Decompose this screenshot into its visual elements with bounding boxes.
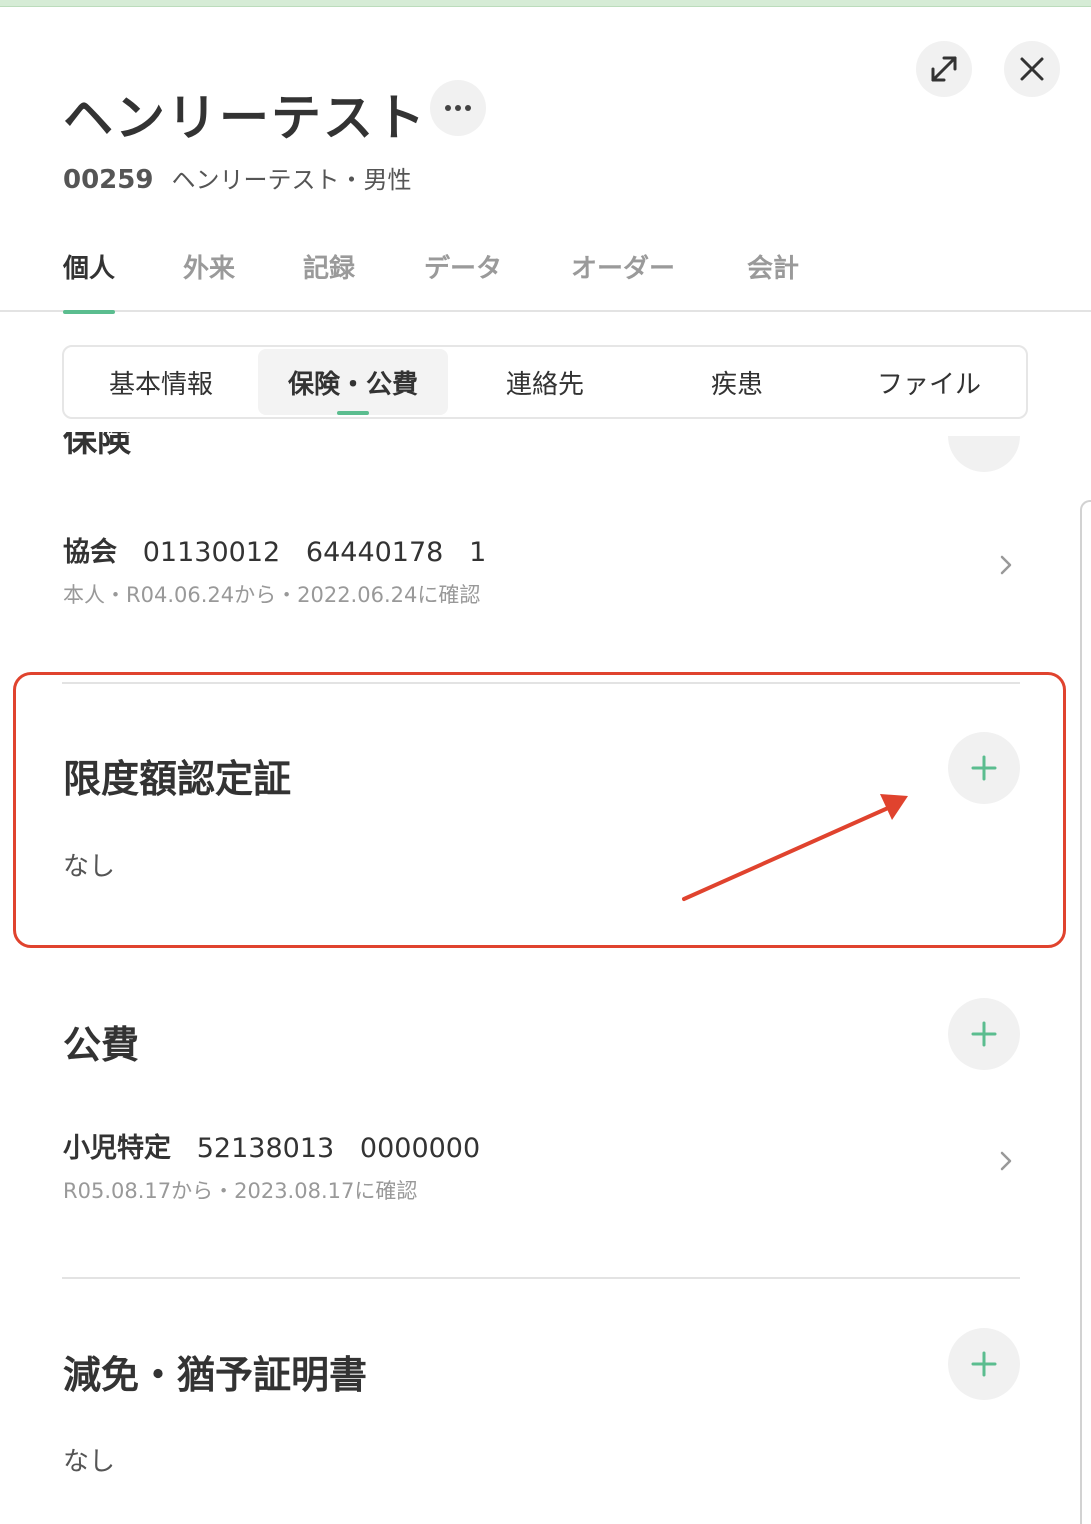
subtab-insurance[interactable]: 保険・公費: [258, 349, 448, 415]
more-options-button[interactable]: [430, 80, 486, 136]
subtab-diseases[interactable]: 疾患: [642, 349, 832, 415]
tab-personal[interactable]: 個人: [63, 248, 116, 314]
insurance-record-main: 協会 01130012 64440178 1: [63, 530, 1023, 569]
patient-info: ヘンリーテスト・男性: [171, 166, 412, 194]
patient-id: 00259: [63, 165, 154, 195]
chevron-right-icon: [1000, 555, 1012, 575]
close-icon: [1020, 57, 1044, 81]
more-icon: [445, 105, 471, 111]
section-divider: [62, 1277, 1020, 1279]
insurance-type: 協会: [63, 537, 117, 568]
subtab-files[interactable]: ファイル: [834, 349, 1024, 415]
tab-billing[interactable]: 会計: [747, 248, 799, 312]
tab-records[interactable]: 記録: [303, 248, 355, 312]
annotation-highlight-box: [13, 672, 1066, 948]
window-top-strip: [0, 0, 1091, 7]
sub-tabs: 基本情報 保険・公費 連絡先 疾患 ファイル: [62, 345, 1028, 419]
insurance-record-row[interactable]: 協会 01130012 64440178 1 本人・R04.06.24から・20…: [63, 530, 1023, 610]
insurance-section-title: 保険: [63, 432, 131, 460]
reduction-cert-add-button[interactable]: [948, 1328, 1020, 1400]
plus-icon: [971, 1021, 997, 1047]
public-expense-record-row[interactable]: 小児特定 52138013 0000000 R05.08.17から・2023.0…: [63, 1126, 1023, 1206]
patient-name: ヘンリーテスト: [63, 89, 427, 147]
public-expense-record-main: 小児特定 52138013 0000000: [63, 1126, 1023, 1165]
expand-icon: [931, 56, 957, 82]
reduction-cert-empty: なし: [63, 1447, 116, 1477]
public-expense-title: 公費: [63, 1023, 140, 1067]
tab-orders[interactable]: オーダー: [571, 248, 675, 312]
main-tabs: 個人 外来 記録 データ オーダー 会計: [0, 240, 1091, 314]
insurance-numbers: 01130012 64440178 1: [117, 537, 487, 568]
close-button[interactable]: [1004, 41, 1060, 97]
tab-data[interactable]: データ: [424, 248, 502, 312]
public-expense-add-button[interactable]: [948, 998, 1020, 1070]
subtab-basic-info[interactable]: 基本情報: [66, 349, 256, 415]
scrollbar[interactable]: [1080, 500, 1091, 1524]
tab-outpatient[interactable]: 外来: [183, 248, 235, 312]
public-expense-numbers: 52138013 0000000: [171, 1133, 481, 1164]
chevron-right-icon: [1000, 1151, 1012, 1171]
public-expense-record-detail: R05.08.17から・2023.08.17に確認: [63, 1179, 418, 1203]
subtab-contacts[interactable]: 連絡先: [450, 349, 640, 415]
patient-subtitle: 00259 ヘンリーテスト・男性: [63, 160, 411, 195]
expand-button[interactable]: [916, 41, 972, 97]
plus-icon: [971, 1351, 997, 1377]
public-expense-type: 小児特定: [63, 1133, 171, 1164]
reduction-cert-title: 減免・猶予証明書: [63, 1353, 368, 1397]
insurance-record-detail: 本人・R04.06.24から・2022.06.24に確認: [63, 583, 481, 607]
